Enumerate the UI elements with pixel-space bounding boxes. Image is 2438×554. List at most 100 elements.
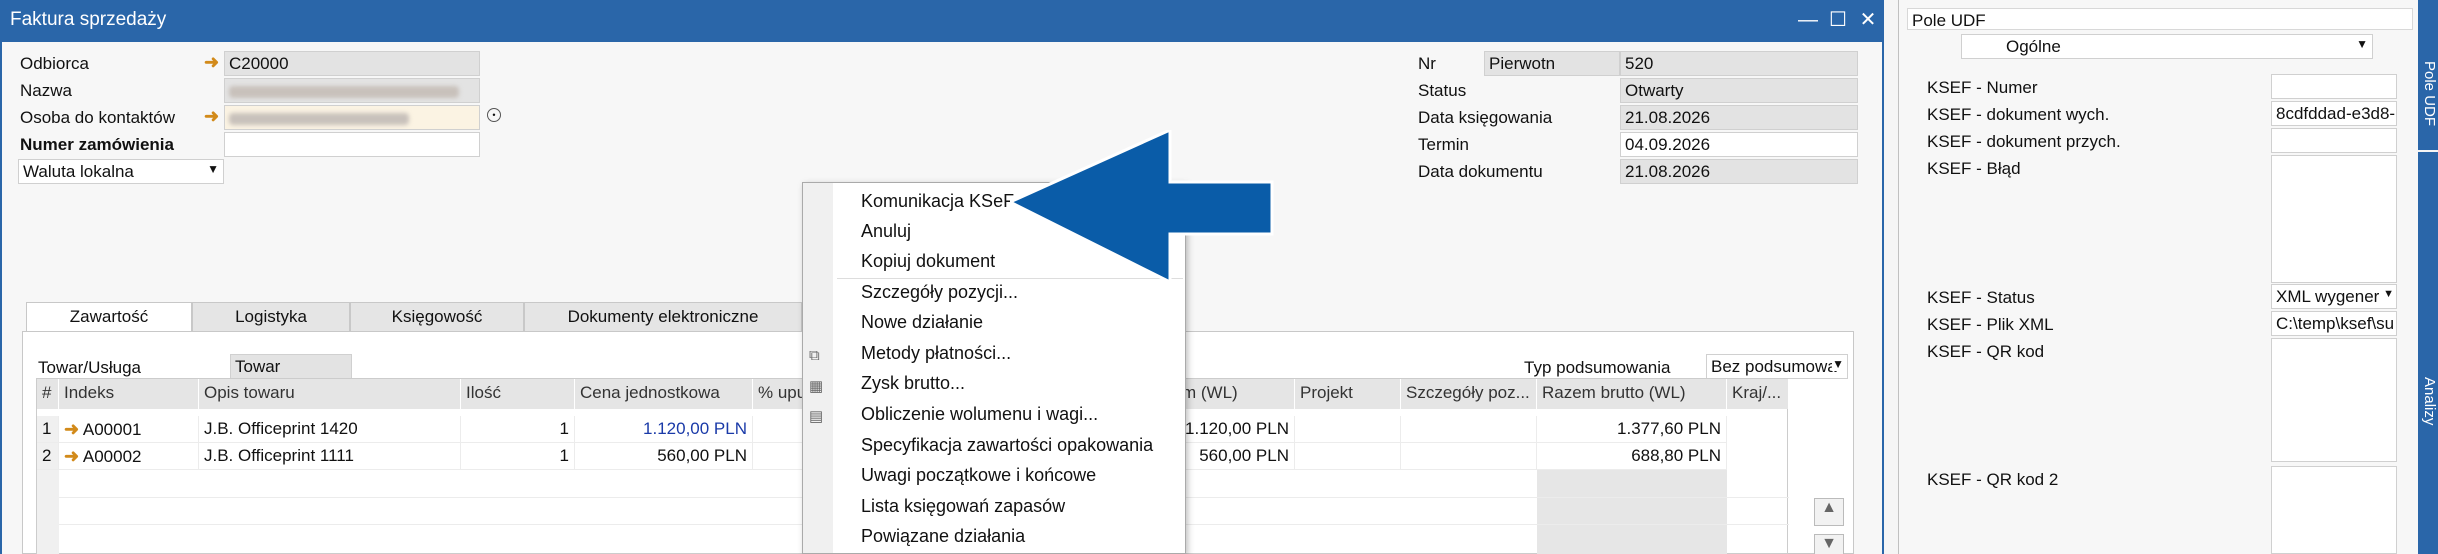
- tab-accounting[interactable]: Księgowość: [350, 302, 524, 332]
- table-cell-unit-price[interactable]: 560,00 PLN: [575, 443, 753, 470]
- gross-total-empty-cells: [1537, 470, 1727, 554]
- menu-item-payment-methods[interactable]: Metody płatności...: [861, 343, 1011, 364]
- table-cell-quantity[interactable]: 1: [461, 443, 575, 470]
- customer-field[interactable]: C20000: [224, 51, 480, 76]
- udf-category-select[interactable]: Ogólne ▼: [1961, 34, 2373, 59]
- udf-label-ksef-error: KSEF - Błąd: [1927, 159, 2021, 178]
- status-field[interactable]: Otwarty: [1620, 78, 1858, 103]
- tab-logistics[interactable]: Logistyka: [192, 302, 350, 332]
- table-cell-gross-total[interactable]: 1.377,60 PLN: [1537, 416, 1727, 443]
- minimize-icon[interactable]: —: [1792, 4, 1824, 36]
- col-header-code[interactable]: Indeks: [59, 379, 199, 409]
- table-cell-project[interactable]: [1295, 416, 1401, 443]
- chevron-down-icon: ▼: [207, 162, 219, 176]
- annotation-arrow-shape: [1010, 130, 1274, 285]
- currency-select[interactable]: Waluta lokalna ▼: [18, 159, 224, 184]
- table-cell-code[interactable]: ➜ A00001: [59, 416, 199, 443]
- udf-field-ksef-qr-code-2[interactable]: [2271, 466, 2397, 554]
- chevron-down-icon: ▼: [2356, 37, 2368, 51]
- udf-label-ksef-qr-code: KSEF - QR kod: [1927, 342, 2045, 361]
- move-row-up-icon[interactable]: ▲: [1814, 498, 1844, 526]
- udf-field-ksef-error[interactable]: [2271, 155, 2397, 283]
- item-type-field[interactable]: Towar: [230, 354, 352, 379]
- side-tab-analytics[interactable]: Analizy: [2418, 152, 2438, 554]
- document-date-field[interactable]: 21.08.2026: [1620, 159, 1858, 184]
- menu-item-copy-document[interactable]: Kopiuj dokument: [861, 251, 995, 272]
- row-number[interactable]: 1: [37, 416, 59, 443]
- close-icon[interactable]: ✕: [1852, 4, 1884, 36]
- series-field[interactable]: Pierwotn: [1484, 51, 1620, 76]
- udf-label-ksef-xml-file: KSEF - Plik XML: [1927, 315, 2054, 334]
- menu-item-ksef-communication[interactable]: Komunikacja KSeF: [861, 191, 1014, 212]
- contact-details-icon[interactable]: •: [487, 108, 501, 122]
- document-date-label: Data dokumentu: [1418, 162, 1543, 181]
- tab-electronic-documents[interactable]: Dokumenty elektroniczne: [524, 302, 802, 332]
- table-cell-net-total[interactable]: 560,00 PLN: [1177, 443, 1295, 470]
- table-cell-gross-total[interactable]: 688,80 PLN: [1537, 443, 1727, 470]
- maximize-icon[interactable]: ☐: [1822, 4, 1854, 36]
- annotation-arrow: [1010, 130, 1274, 285]
- table-cell-description[interactable]: J.B. Officeprint 1420: [199, 416, 461, 443]
- udf-field-ksef-incoming[interactable]: [2271, 128, 2397, 153]
- udf-label-ksef-outgoing: KSEF - dokument wych.: [1927, 105, 2110, 124]
- name-field[interactable]: [224, 78, 480, 103]
- due-date-field[interactable]: 04.09.2026: [1620, 132, 1858, 157]
- udf-field-ksef-outgoing[interactable]: 8cdfddad-e3d8-: [2271, 101, 2397, 126]
- col-header-description[interactable]: Opis towaru: [199, 379, 461, 409]
- table-cell-item-details[interactable]: [1401, 416, 1537, 443]
- menu-item-cancel[interactable]: Anuluj: [861, 221, 911, 242]
- side-tab-udf[interactable]: Pole UDF: [2418, 0, 2438, 150]
- nr-label: Nr: [1418, 54, 1436, 73]
- order-number-field[interactable]: [224, 132, 480, 157]
- udf-field-ksef-number[interactable]: [2271, 74, 2397, 99]
- col-header-project[interactable]: Projekt: [1295, 379, 1401, 409]
- menu-item-volume-weight[interactable]: Obliczenie wolumenu i wagi...: [861, 404, 1098, 425]
- posting-date-label: Data księgowania: [1418, 108, 1553, 127]
- udf-label-ksef-number: KSEF - Numer: [1927, 78, 2038, 97]
- col-header-country[interactable]: Kraj/...: [1727, 379, 1789, 409]
- udf-label-ksef-qr-code-2: KSEF - QR kod 2: [1927, 470, 2059, 489]
- menu-item-stock-postings-list[interactable]: Lista księgowań zapasów: [861, 496, 1065, 517]
- col-header-number[interactable]: #: [37, 379, 59, 409]
- posting-date-field[interactable]: 21.08.2026: [1620, 105, 1858, 130]
- window-title: Faktura sprzedaży: [10, 9, 167, 30]
- udf-field-ksef-xml-file[interactable]: C:\temp\ksef\su: [2271, 311, 2397, 336]
- col-header-unit-price[interactable]: Cena jednostkowa: [575, 379, 753, 409]
- contact-label: Osoba do kontaktów: [20, 108, 175, 127]
- menu-item-new-activity[interactable]: Nowe działanie: [861, 312, 983, 333]
- contact-field[interactable]: [224, 105, 480, 130]
- table-cell-code[interactable]: ➜ A00002: [59, 443, 199, 470]
- row-number-gutter: [37, 470, 59, 554]
- udf-label-ksef-incoming: KSEF - dokument przych.: [1927, 132, 2121, 151]
- name-label: Nazwa: [20, 81, 72, 100]
- col-header-item-details[interactable]: Szczegóły poz...: [1401, 379, 1537, 409]
- col-header-gross-total[interactable]: Razem brutto (WL): [1537, 379, 1727, 409]
- tab-content[interactable]: Zawartość: [26, 302, 192, 332]
- udf-field-ksef-qr-code[interactable]: [2271, 338, 2397, 462]
- link-arrow-icon[interactable]: ➜: [204, 52, 219, 73]
- table-cell-description[interactable]: J.B. Officeprint 1111: [199, 443, 461, 470]
- col-header-net-total[interactable]: m (WL): [1177, 379, 1295, 409]
- item-type-label: Towar/Usługa: [38, 358, 141, 377]
- table-cell-unit-price[interactable]: 1.120,00 PLN: [575, 416, 753, 443]
- link-arrow-icon[interactable]: ➜: [204, 106, 219, 127]
- row-number[interactable]: 2: [37, 443, 59, 470]
- doc-number-field[interactable]: 520: [1620, 51, 1858, 76]
- due-date-label: Termin: [1418, 135, 1470, 154]
- order-number-label: Numer zamówienia: [20, 135, 174, 154]
- udf-field-ksef-status[interactable]: XML wygener ▼: [2271, 284, 2397, 309]
- table-cell-item-details[interactable]: [1401, 443, 1537, 470]
- col-header-quantity[interactable]: Ilość: [461, 379, 575, 409]
- menu-item-opening-closing-remarks[interactable]: Uwagi początkowe i końcowe: [861, 465, 1096, 486]
- menu-item-package-contents[interactable]: Specyfikacja zawartości opakowania: [861, 435, 1153, 456]
- menu-item-gross-profit[interactable]: Zysk brutto...: [861, 373, 965, 394]
- table-cell-project[interactable]: [1295, 443, 1401, 470]
- menu-item-related-activities[interactable]: Powiązane działania: [861, 526, 1025, 547]
- summary-type-select[interactable]: Bez podsumowa ▼: [1706, 354, 1848, 379]
- table-cell-quantity[interactable]: 1: [461, 416, 575, 443]
- menu-item-item-details[interactable]: Szczegóły pozycji...: [861, 282, 1018, 303]
- table-cell-net-total[interactable]: 1.120,00 PLN: [1177, 416, 1295, 443]
- move-row-down-icon[interactable]: ▼: [1814, 534, 1844, 554]
- link-arrow-icon: ➜: [64, 419, 80, 439]
- details-icon: ▦: [809, 378, 824, 395]
